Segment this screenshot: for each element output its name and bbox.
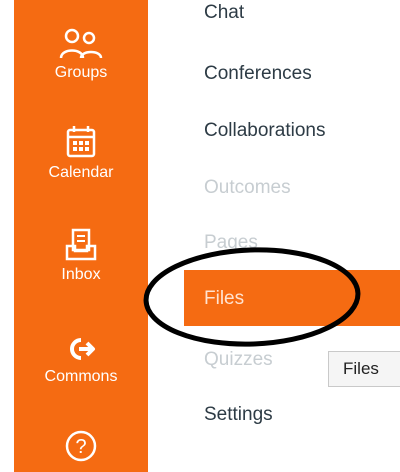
- files-tooltip: Files: [328, 351, 400, 387]
- nav-item-inbox[interactable]: Inbox: [14, 228, 148, 284]
- groups-icon: [59, 28, 103, 59]
- svg-text:?: ?: [75, 436, 86, 458]
- nav-item-calendar[interactable]: Calendar: [14, 124, 148, 182]
- page-edge-strip: [0, 0, 14, 472]
- commons-icon: [70, 338, 95, 360]
- course-link-outcomes[interactable]: Outcomes: [204, 177, 291, 199]
- calendar-icon: [66, 126, 96, 158]
- course-navigation: Chat Conferences Collaborations Outcomes…: [148, 0, 400, 472]
- course-link-quizzes[interactable]: Quizzes: [204, 349, 273, 371]
- course-link-conferences[interactable]: Conferences: [204, 63, 312, 85]
- course-link-files-label: Files: [204, 288, 245, 309]
- nav-item-calendar-label: Calendar: [48, 164, 114, 181]
- course-link-settings[interactable]: Settings: [204, 404, 273, 426]
- global-navigation: Groups Calendar Inbox Commons ?: [14, 0, 148, 472]
- course-link-collaborations[interactable]: Collaborations: [204, 120, 325, 142]
- course-link-pages[interactable]: Pages: [204, 232, 258, 254]
- help-icon: ?: [65, 430, 97, 462]
- nav-item-commons[interactable]: Commons: [14, 334, 148, 386]
- nav-item-help[interactable]: ?: [14, 428, 148, 464]
- course-link-chat[interactable]: Chat: [204, 2, 244, 24]
- course-link-files[interactable]: Files: [184, 270, 400, 326]
- nav-item-groups[interactable]: Groups: [14, 28, 148, 82]
- nav-item-commons-label: Commons: [44, 368, 118, 385]
- nav-item-inbox-label: Inbox: [61, 266, 101, 283]
- nav-item-groups-label: Groups: [54, 64, 108, 81]
- inbox-icon: [65, 228, 97, 261]
